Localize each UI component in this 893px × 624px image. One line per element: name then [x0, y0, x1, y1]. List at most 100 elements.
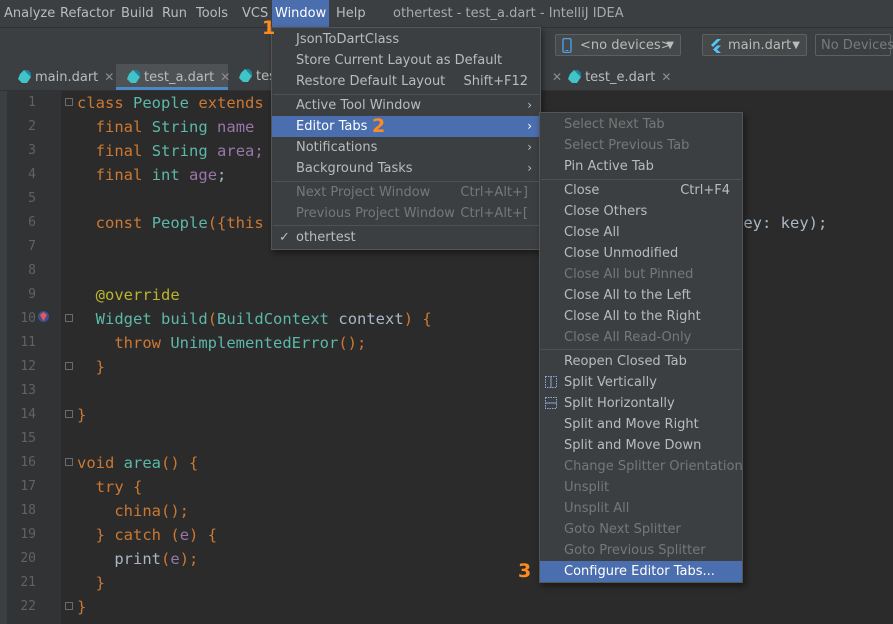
- code-line: try {: [95, 478, 143, 496]
- menu-build[interactable]: Build: [118, 0, 157, 27]
- menu-item-split-move-right[interactable]: Split and Move Right: [540, 414, 742, 435]
- code-line: china();: [114, 502, 189, 520]
- code-line: }: [95, 358, 106, 376]
- fold-marker-icon[interactable]: [65, 602, 73, 610]
- menu-item-active-tool-window[interactable]: Active Tool Window ›: [272, 95, 540, 116]
- menu-item-close-all-read-only[interactable]: Close All Read-Only: [540, 327, 742, 348]
- code-line: } catch (e) {: [95, 526, 218, 544]
- menu-item-previous-project-window[interactable]: Previous Project Window Ctrl+Alt+[: [272, 203, 540, 224]
- menu-item-restore-layout[interactable]: Restore Default Layout Shift+F12: [272, 71, 540, 92]
- menu-item-configure-editor-tabs[interactable]: Configure Editor Tabs...: [540, 561, 742, 582]
- dart-file-icon: [127, 70, 140, 83]
- split-horizontal-icon: [545, 397, 557, 409]
- fold-marker-icon[interactable]: [65, 98, 73, 106]
- menu-item-split-vertically[interactable]: Split Vertically: [540, 372, 742, 393]
- menu-item-split-horizontally[interactable]: Split Horizontally: [540, 393, 742, 414]
- menu-bar: Analyze Refactor Build Run Tools VCS Win…: [0, 0, 893, 27]
- menu-help[interactable]: Help: [333, 0, 369, 27]
- line-number: 17: [20, 479, 36, 494]
- chevron-right-icon: ›: [527, 119, 532, 133]
- menu-item-pin-active-tab[interactable]: Pin Active Tab: [540, 156, 742, 177]
- menu-separator: [273, 225, 539, 226]
- step-marker-3: 3: [518, 560, 532, 582]
- code-line: void area() {: [77, 454, 199, 472]
- fold-marker-icon[interactable]: [65, 314, 73, 322]
- menu-item-background-tasks[interactable]: Background Tasks ›: [272, 158, 540, 179]
- line-number: 7: [28, 239, 36, 254]
- line-number: 10: [20, 311, 36, 326]
- close-icon[interactable]: ✕: [552, 70, 562, 84]
- code-line: }: [77, 406, 87, 424]
- code-line: final int age;: [95, 166, 227, 184]
- dart-file-icon: [239, 69, 252, 82]
- menu-item-close[interactable]: Close Ctrl+F4: [540, 180, 742, 201]
- flutter-icon: [711, 39, 721, 53]
- close-icon[interactable]: ✕: [104, 70, 114, 84]
- menu-item-json-to-dart[interactable]: JsonToDartClass: [272, 29, 540, 50]
- menu-item-select-next-tab[interactable]: Select Next Tab: [540, 114, 742, 135]
- tab-test-a-dart[interactable]: test_a.dart ✕: [116, 64, 230, 90]
- menu-item-notifications[interactable]: Notifications ›: [272, 137, 540, 158]
- chevron-down-icon: ▼: [666, 40, 674, 51]
- menu-refactor[interactable]: Refactor: [57, 0, 118, 27]
- menu-item-close-unmodified[interactable]: Close Unmodified: [540, 243, 742, 264]
- split-vertical-icon: [545, 376, 557, 388]
- code-line: @override: [95, 286, 180, 304]
- code-line: const People({this: [95, 214, 264, 232]
- fold-marker-icon[interactable]: [65, 458, 73, 466]
- line-number: 16: [20, 455, 36, 470]
- code-line: }: [95, 574, 106, 592]
- menu-tools[interactable]: Tools: [193, 0, 231, 27]
- menu-window[interactable]: Window: [272, 0, 330, 27]
- menu-item-unsplit-all[interactable]: Unsplit All: [540, 498, 742, 519]
- tab-label: main.dart: [35, 70, 99, 85]
- dart-file-icon: [18, 70, 31, 83]
- no-devices-button[interactable]: No Devices: [815, 34, 893, 56]
- step-marker-1: 1: [262, 17, 276, 39]
- code-line-fragment: key: key);: [734, 214, 828, 232]
- chevron-right-icon: ›: [527, 98, 532, 112]
- window-title: othertest - test_a.dart - IntelliJ IDEA: [393, 6, 624, 21]
- run-config-selector[interactable]: main.dart ▼: [702, 34, 807, 56]
- code-editor[interactable]: class People extends final String name f…: [77, 91, 827, 616]
- menu-item-reopen-closed-tab[interactable]: Reopen Closed Tab: [540, 351, 742, 372]
- step-marker-2: 2: [372, 115, 386, 137]
- menu-item-goto-previous-splitter[interactable]: Goto Previous Splitter: [540, 540, 742, 561]
- tab-test-e-dart[interactable]: ✕ test_e.dart ✕: [552, 64, 671, 90]
- menu-item-store-layout[interactable]: Store Current Layout as Default: [272, 50, 540, 71]
- tab-label: test_e.dart: [585, 70, 656, 85]
- menu-item-change-splitter-orientation[interactable]: Change Splitter Orientation: [540, 456, 743, 477]
- menu-item-split-move-down[interactable]: Split and Move Down: [540, 435, 742, 456]
- code-line: }: [77, 598, 87, 616]
- window-menu: JsonToDartClass Store Current Layout as …: [271, 27, 541, 250]
- device-selector[interactable]: <no devices> ▼: [555, 34, 681, 56]
- line-number: 9: [28, 287, 36, 302]
- menu-item-close-all-left[interactable]: Close All to the Left: [540, 285, 742, 306]
- menu-item-unsplit[interactable]: Unsplit: [540, 477, 742, 498]
- menu-analyze[interactable]: Analyze: [1, 0, 58, 27]
- menu-item-close-all-but-pinned[interactable]: Close All but Pinned: [540, 264, 742, 285]
- fold-marker-icon[interactable]: [65, 410, 73, 418]
- tool-window-strip: [0, 91, 7, 624]
- line-number: 21: [20, 575, 36, 590]
- line-number: 2: [28, 119, 36, 134]
- close-icon[interactable]: ✕: [661, 70, 671, 84]
- fold-marker-icon[interactable]: [65, 362, 73, 370]
- menu-item-next-project-window[interactable]: Next Project Window Ctrl+Alt+]: [272, 182, 540, 203]
- menu-item-close-all[interactable]: Close All: [540, 222, 742, 243]
- override-method-icon: [38, 311, 49, 322]
- menu-item-select-previous-tab[interactable]: Select Previous Tab: [540, 135, 742, 156]
- line-number: 5: [28, 191, 36, 206]
- menu-item-close-all-right[interactable]: Close All to the Right: [540, 306, 742, 327]
- code-line: class People extends: [77, 94, 264, 112]
- chevron-right-icon: ›: [527, 161, 532, 175]
- menu-run[interactable]: Run: [159, 0, 190, 27]
- menu-item-goto-next-splitter[interactable]: Goto Next Splitter: [540, 519, 742, 540]
- menu-item-editor-tabs[interactable]: Editor Tabs ›: [272, 116, 540, 137]
- tab-main-dart[interactable]: main.dart ✕: [18, 64, 120, 90]
- menu-item-othertest[interactable]: ✓ othertest: [272, 227, 540, 248]
- line-number: 22: [20, 599, 36, 614]
- chevron-right-icon: ›: [527, 140, 532, 154]
- menu-item-close-others[interactable]: Close Others: [540, 201, 742, 222]
- close-icon[interactable]: ✕: [220, 70, 230, 84]
